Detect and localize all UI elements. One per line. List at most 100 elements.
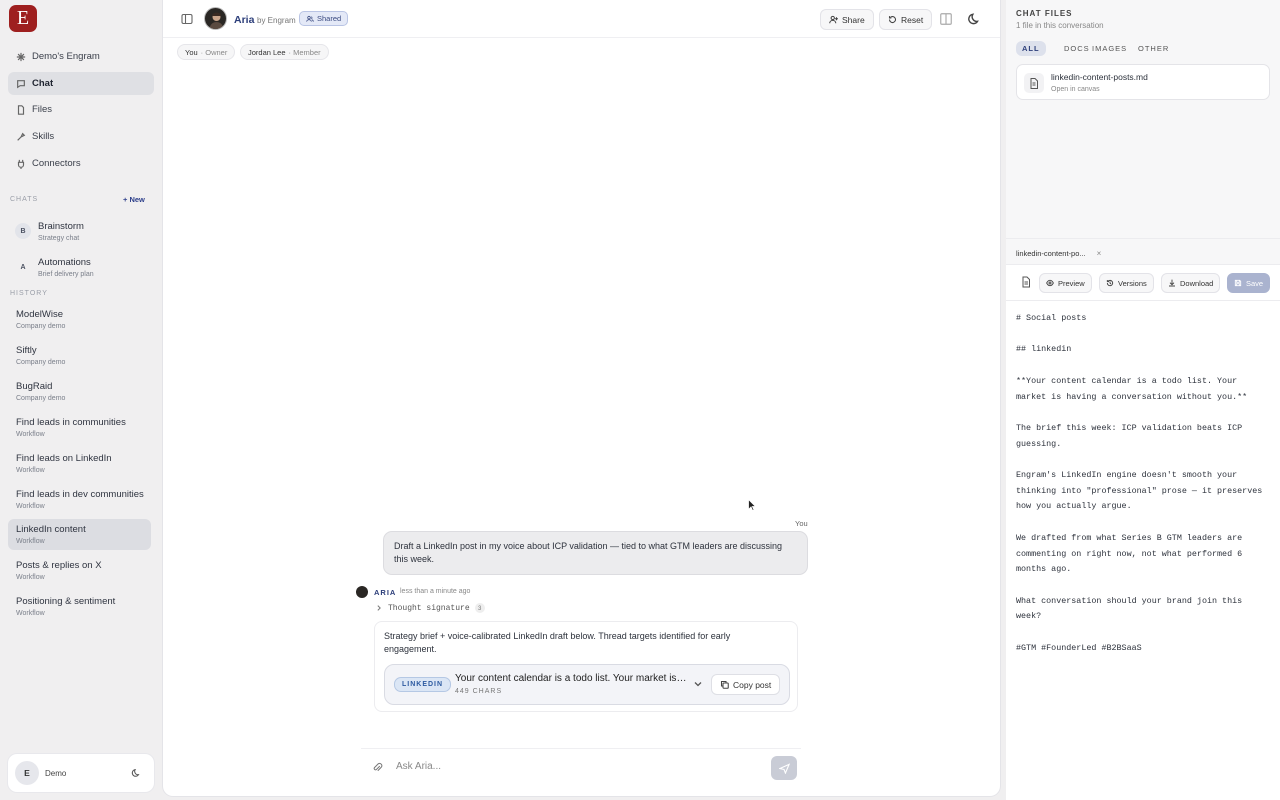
history-item[interactable]: Positioning & sentiment Workflow bbox=[8, 591, 151, 622]
document-icon bbox=[1024, 73, 1044, 93]
sidebar: E Demo's Engram Chat Files Skills Connec… bbox=[0, 0, 163, 800]
save-icon bbox=[1234, 279, 1242, 287]
chat-bubble-icon bbox=[17, 79, 25, 88]
file-open-in-canvas[interactable]: Open in canvas bbox=[1051, 86, 1100, 93]
download-button[interactable]: Download bbox=[1161, 273, 1221, 293]
user-name: Demo bbox=[45, 768, 67, 778]
history-subtitle: Company demo bbox=[16, 395, 66, 402]
download-label: Download bbox=[1180, 278, 1214, 288]
chat-item-brainstorm[interactable]: B Brainstorm Strategy chat bbox=[8, 215, 154, 247]
history-subtitle: Workflow bbox=[16, 574, 45, 581]
send-button[interactable] bbox=[771, 756, 797, 780]
new-chat-button[interactable]: + New bbox=[123, 195, 145, 204]
history-item[interactable]: Siftly Company demo bbox=[8, 340, 151, 371]
nav-label: Demo's Engram bbox=[32, 51, 100, 62]
thought-signature-toggle[interactable]: Thought signature 3 bbox=[375, 603, 485, 613]
history-item[interactable]: Find leads in dev communities Workflow bbox=[8, 484, 151, 515]
engram-logo[interactable]: E bbox=[9, 5, 37, 32]
assistant-reply-card: Strategy brief + voice-calibrated Linked… bbox=[374, 621, 798, 712]
versions-button[interactable]: Versions bbox=[1099, 273, 1154, 293]
copy-post-label: Copy post bbox=[733, 679, 772, 690]
message-input[interactable] bbox=[396, 757, 756, 775]
history-item[interactable]: ModelWise Company demo bbox=[8, 304, 151, 335]
assistant-name: ARIA bbox=[374, 588, 397, 597]
message-composer bbox=[361, 748, 801, 784]
moon-icon bbox=[131, 769, 140, 777]
files-panel-title: CHAT FILES bbox=[1016, 9, 1073, 18]
share-button[interactable]: Share bbox=[820, 9, 874, 30]
chat-title: Brainstorm bbox=[38, 220, 84, 232]
save-button[interactable]: Save bbox=[1227, 273, 1271, 293]
history-subtitle: Workflow bbox=[16, 431, 45, 438]
files-panel: CHAT FILES 1 file in this conversation A… bbox=[1006, 0, 1280, 800]
editor-tab[interactable]: linkedin-content-po... × bbox=[1016, 249, 1101, 258]
history-title: Find leads in dev communities bbox=[16, 489, 144, 500]
document-icon[interactable] bbox=[1020, 276, 1032, 288]
nav-label: Skills bbox=[32, 131, 55, 142]
filter-tab-images[interactable]: IMAGES bbox=[1086, 41, 1133, 56]
user-bar[interactable]: E Demo bbox=[8, 754, 154, 792]
history-item[interactable]: BugRaid Company demo bbox=[8, 376, 151, 407]
split-view-icon[interactable] bbox=[939, 12, 953, 26]
history-item[interactable]: Posts & replies on X Workflow bbox=[8, 555, 151, 586]
assistant-timestamp: less than a minute ago bbox=[400, 588, 471, 595]
reset-button[interactable]: Reset bbox=[879, 9, 933, 30]
chat-item-automations[interactable]: A Automations Brief delivery plan bbox=[8, 251, 154, 283]
copy-post-button[interactable]: Copy post bbox=[711, 674, 781, 695]
versions-label: Versions bbox=[1118, 278, 1147, 288]
user-message-author: You bbox=[795, 519, 808, 528]
history-item[interactable]: Find leads in communities Workflow bbox=[8, 412, 151, 443]
chats-section-label: CHATS bbox=[10, 196, 39, 203]
nav-chat[interactable]: Chat bbox=[8, 72, 154, 95]
shared-badge[interactable]: Shared bbox=[299, 11, 349, 26]
plug-icon bbox=[17, 159, 25, 169]
history-title: LinkedIn content bbox=[16, 524, 86, 535]
agent-avatar bbox=[204, 7, 227, 30]
preview-button[interactable]: Preview bbox=[1039, 273, 1092, 293]
nav-connectors[interactable]: Connectors bbox=[8, 152, 154, 175]
copy-icon bbox=[720, 680, 729, 689]
history-title: BugRaid bbox=[16, 381, 53, 392]
file-card[interactable]: linkedin-content-posts.md Open in canvas bbox=[1016, 64, 1270, 100]
sparkle-icon bbox=[16, 52, 26, 61]
file-icon bbox=[17, 104, 25, 115]
close-icon[interactable]: × bbox=[1097, 249, 1102, 258]
history-icon bbox=[1106, 279, 1114, 287]
shared-label: Shared bbox=[317, 14, 342, 23]
nav-skills[interactable]: Skills bbox=[8, 125, 154, 148]
nav-files[interactable]: Files bbox=[8, 98, 154, 121]
moon-icon[interactable] bbox=[967, 12, 981, 26]
users-icon bbox=[306, 15, 314, 22]
member-chip-jordan[interactable]: Jordan Lee · Member bbox=[240, 44, 329, 60]
agent-name: Aria bbox=[234, 14, 255, 26]
save-label: Save bbox=[1246, 278, 1264, 288]
user-avatar: E bbox=[15, 761, 39, 785]
nav-demos-engram[interactable]: Demo's Engram bbox=[8, 45, 154, 68]
preview-label: Preview bbox=[1058, 278, 1085, 288]
history-subtitle: Workflow bbox=[16, 467, 45, 474]
filter-tab-all[interactable]: ALL bbox=[1016, 41, 1046, 56]
history-title: Posts & replies on X bbox=[16, 560, 102, 571]
chevron-down-icon[interactable] bbox=[693, 679, 703, 689]
theme-toggle-button[interactable] bbox=[126, 763, 146, 783]
paperclip-icon[interactable] bbox=[372, 762, 383, 773]
chat-title: Automations bbox=[38, 256, 91, 268]
editor-tab-label: linkedin-content-po... bbox=[1016, 249, 1086, 258]
editor-tab-strip: linkedin-content-po... × bbox=[1006, 239, 1280, 265]
post-char-count: 449 CHARS bbox=[455, 688, 503, 695]
files-panel-subtitle: 1 file in this conversation bbox=[1016, 21, 1104, 30]
file-content-editor[interactable]: # Social posts ## linkedin **Your conten… bbox=[1016, 311, 1272, 656]
history-item[interactable]: Find leads on LinkedIn Workflow bbox=[8, 448, 151, 479]
sidebar-toggle-icon[interactable] bbox=[181, 13, 193, 25]
filter-tab-other[interactable]: OTHER bbox=[1132, 41, 1175, 56]
chat-avatar: A bbox=[20, 263, 26, 271]
skills-icon bbox=[17, 132, 26, 141]
history-item-active[interactable]: LinkedIn content Workflow bbox=[8, 519, 151, 550]
linkedin-badge: LINKEDIN bbox=[394, 677, 452, 692]
linkedin-post-card[interactable]: LINKEDIN Your content calendar is a todo… bbox=[384, 664, 790, 705]
nav-label: Connectors bbox=[32, 158, 81, 169]
history-section-label: HISTORY bbox=[10, 290, 48, 297]
chat-avatar: B bbox=[15, 223, 31, 239]
history-subtitle: Company demo bbox=[16, 359, 66, 366]
member-chip-you[interactable]: You · Owner bbox=[177, 44, 236, 60]
